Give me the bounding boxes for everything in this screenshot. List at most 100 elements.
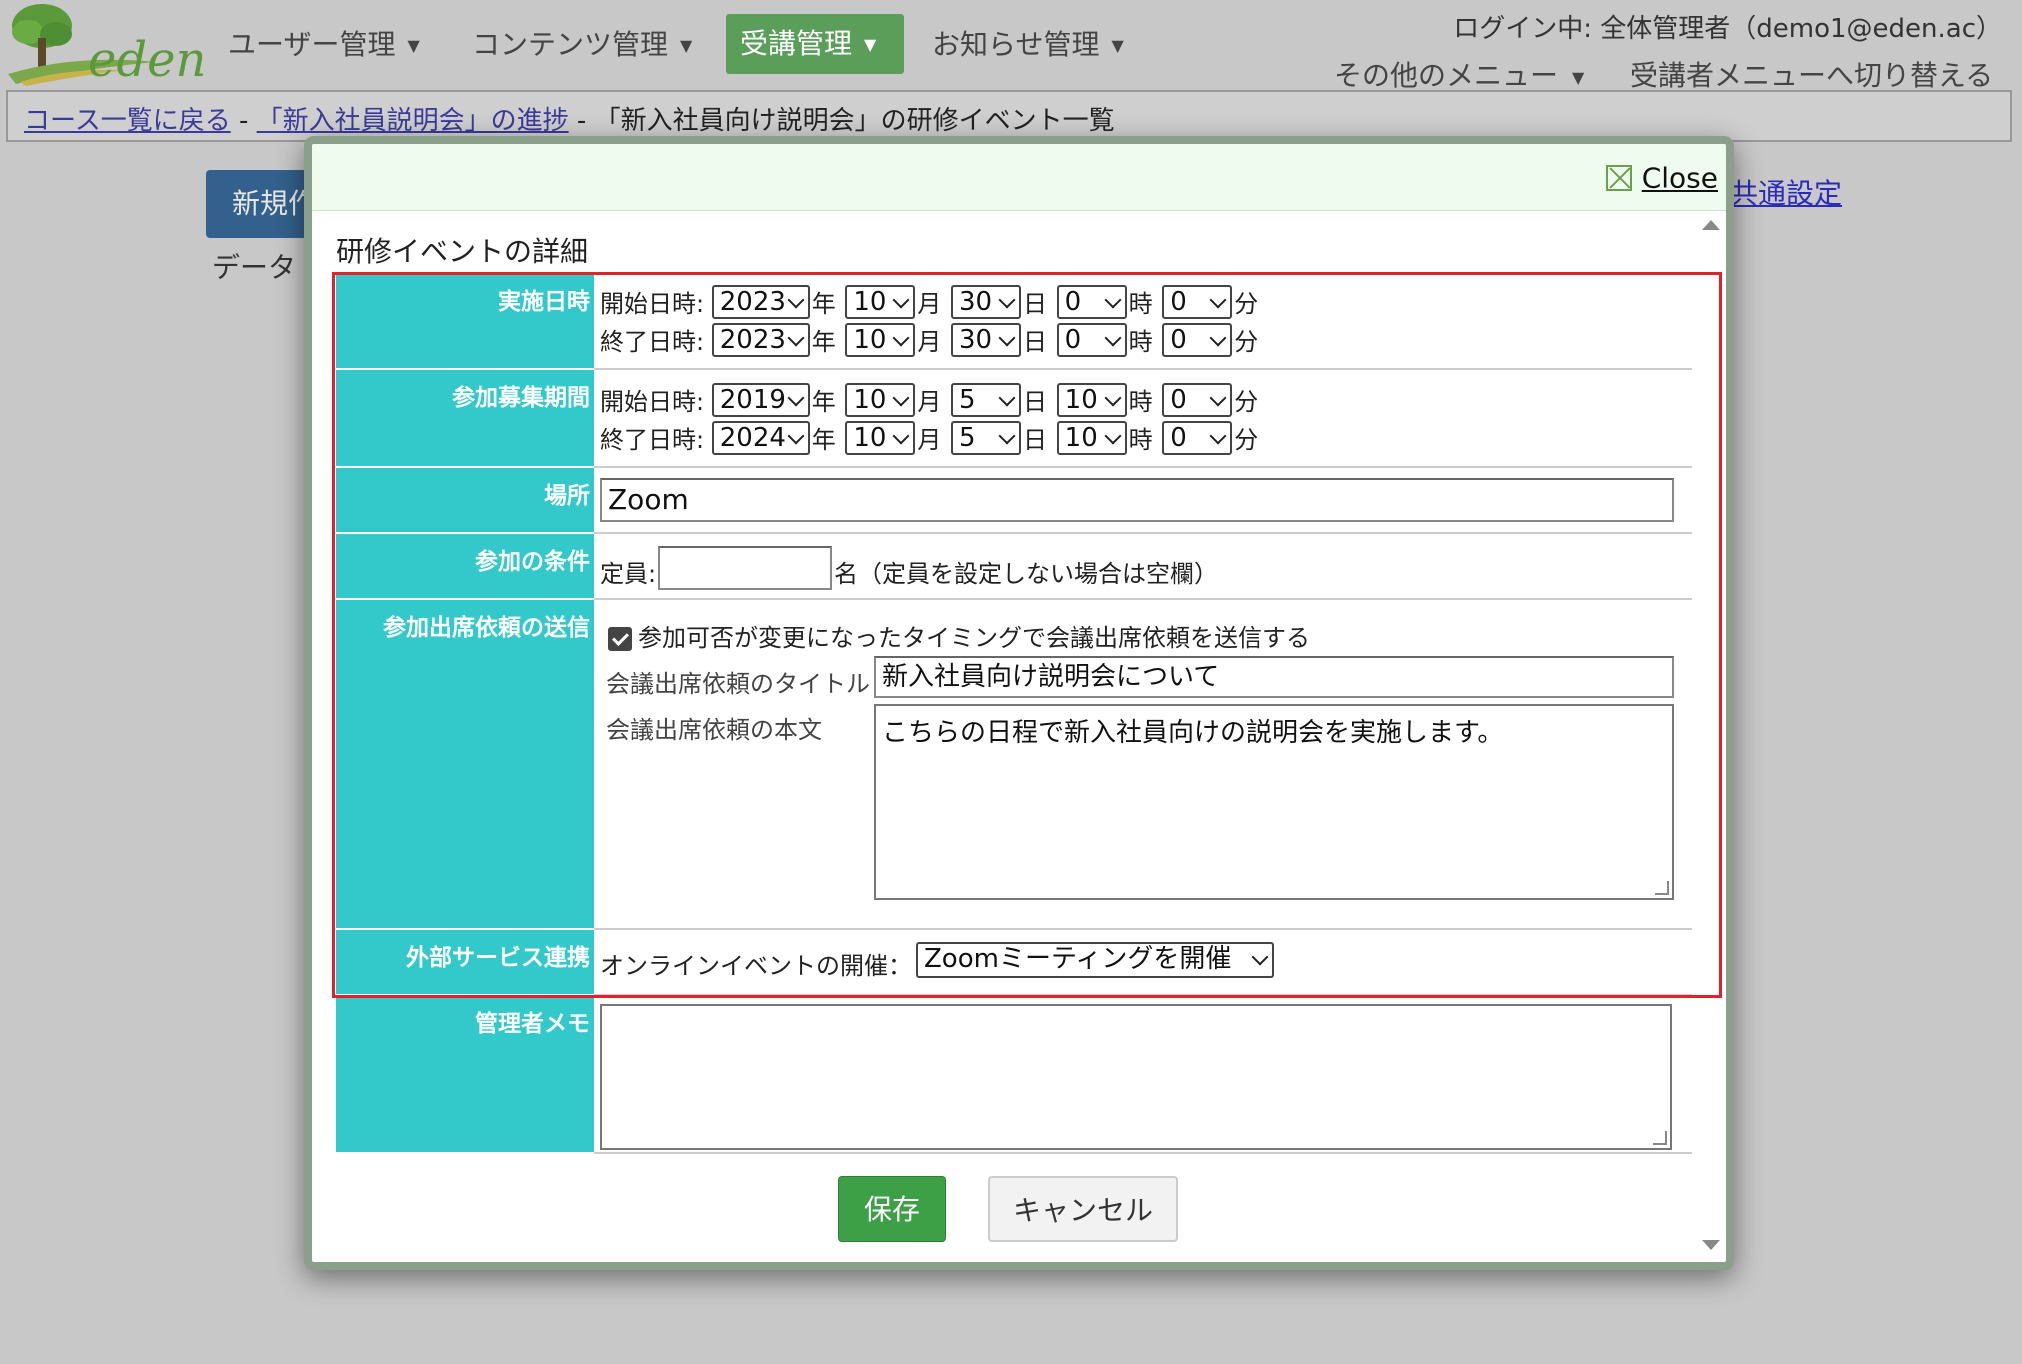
- recruit-end-year-select[interactable]: 2024: [711, 420, 810, 455]
- scroll-up-arrow-icon[interactable]: [1702, 220, 1720, 230]
- switch-to-learner-menu[interactable]: 受講者メニューへ切り替える: [1630, 54, 1993, 94]
- recruit-start-minute-select[interactable]: 0: [1162, 382, 1233, 417]
- condition-value-cell: 定員: 名（定員を設定しない場合は空欄）: [594, 534, 1692, 600]
- select-value: 30: [959, 324, 993, 355]
- cancel-button[interactable]: キャンセル: [988, 1176, 1178, 1242]
- save-button[interactable]: 保存: [838, 1176, 946, 1242]
- unit-day: 日: [1023, 328, 1048, 356]
- recruit-end-minute-select[interactable]: 0: [1162, 420, 1233, 455]
- nav-news-management[interactable]: お知らせ管理 ▼: [918, 22, 1138, 68]
- schedule-end-year-select[interactable]: 2023: [711, 322, 810, 357]
- chevron-down-icon: [787, 427, 805, 444]
- caret-down-icon: ▼: [1111, 36, 1124, 55]
- eden-logo[interactable]: eden: [6, 2, 206, 88]
- data-label: データ: [212, 251, 297, 284]
- nav-label: お知らせ管理: [932, 28, 1100, 61]
- unit-year: 年: [811, 388, 836, 416]
- schedule-end-hour-select[interactable]: 0: [1056, 322, 1127, 357]
- invite-checkbox[interactable]: [608, 627, 632, 651]
- new-create-button[interactable]: 新規作成: [206, 170, 316, 238]
- recruit-end-month-select[interactable]: 10: [845, 420, 916, 455]
- unit-month: 月: [917, 328, 942, 356]
- schedule-end-month-select[interactable]: 10: [845, 322, 916, 357]
- memo-label-cell: 管理者メモ: [336, 996, 594, 1154]
- unit-minute: 分: [1234, 426, 1259, 454]
- unit-hour: 時: [1128, 388, 1153, 416]
- chevron-down-icon: [1251, 948, 1269, 966]
- recruit-end-hour-select[interactable]: 10: [1056, 420, 1127, 455]
- invite-checkbox-label: 参加可否が変更になったタイミングで会議出席依頼を送信する: [638, 624, 1310, 652]
- memo-textarea[interactable]: [600, 1004, 1672, 1150]
- close-button[interactable]: Close: [1605, 160, 1718, 195]
- external-value-cell: オンラインイベントの開催： Zoomミーティングを開催: [594, 930, 1692, 996]
- close-icon: [1605, 165, 1632, 191]
- place-label-cell: 場所: [336, 468, 594, 534]
- recruit-start-month-select[interactable]: 10: [845, 382, 916, 417]
- schedule-start-month-select[interactable]: 10: [845, 284, 916, 319]
- select-value: 10: [1064, 422, 1098, 453]
- place-label: 場所: [544, 483, 590, 509]
- scroll-down-arrow-icon[interactable]: [1702, 1240, 1720, 1250]
- breadcrumb-progress-link[interactable]: 「新入社員説明会」の進捗: [257, 106, 569, 136]
- chevron-down-icon: [1104, 389, 1122, 406]
- memo-label: 管理者メモ: [475, 1011, 590, 1037]
- common-settings-link[interactable]: 共通設定: [1730, 172, 1842, 212]
- nav-course-management[interactable]: 受講管理 ▼: [726, 14, 904, 74]
- unit-hour: 時: [1128, 290, 1153, 318]
- schedule-start-year-select[interactable]: 2023: [711, 284, 810, 319]
- invite-body-text: こちらの日程で新入社員向けの説明会を実施します。: [882, 718, 1504, 748]
- online-event-select[interactable]: Zoomミーティングを開催: [916, 942, 1274, 978]
- breadcrumb-separator: -: [230, 106, 257, 136]
- breadcrumb: コース一覧に戻る - 「新入社員説明会」の進捗 - 「新入社員向け説明会」の研修…: [24, 100, 1115, 137]
- invite-title-input[interactable]: 新入社員向け説明会について: [874, 656, 1674, 698]
- chevron-down-icon: [1209, 389, 1227, 406]
- select-value: 5: [959, 384, 976, 415]
- recruit-end-day-select[interactable]: 5: [951, 420, 1022, 455]
- schedule-start-hour-select[interactable]: 0: [1056, 284, 1127, 319]
- schedule-label-cell: 実施日時: [336, 274, 594, 370]
- chevron-down-icon: [998, 291, 1016, 308]
- chevron-down-icon: [1104, 329, 1122, 346]
- invite-body-label: 会議出席依頼の本文: [606, 716, 822, 744]
- recruit-start-day-select[interactable]: 5: [951, 382, 1022, 417]
- chevron-down-icon: [787, 291, 805, 308]
- other-menu[interactable]: その他のメニュー ▼: [1334, 54, 1584, 94]
- invite-checkbox-row[interactable]: 参加可否が変更になったタイミングで会議出席依頼を送信する: [608, 618, 1310, 653]
- select-value: 0: [1170, 286, 1187, 317]
- invite-label-cell: 参加出席依頼の送信: [336, 600, 594, 930]
- schedule-end-minute-select[interactable]: 0: [1162, 322, 1233, 357]
- schedule-start-minute-select[interactable]: 0: [1162, 284, 1233, 319]
- chevron-down-icon: [1104, 291, 1122, 308]
- invite-body-textarea[interactable]: こちらの日程で新入社員向けの説明会を実施します。: [874, 704, 1674, 900]
- place-input[interactable]: Zoom: [600, 478, 1674, 522]
- unit-minute: 分: [1234, 290, 1259, 318]
- nav-content-management[interactable]: コンテンツ管理 ▼: [458, 22, 706, 68]
- logo-text: eden: [88, 32, 207, 88]
- schedule-start-day-select[interactable]: 30: [951, 284, 1022, 319]
- place-value-cell: Zoom: [594, 468, 1692, 534]
- resize-handle-icon[interactable]: [1655, 881, 1669, 895]
- chevron-down-icon: [1209, 291, 1227, 308]
- recruit-start-year-select[interactable]: 2019: [711, 382, 810, 417]
- schedule-start-row: 開始日時: 2023 年 10 月 30 日 0時 0分: [600, 284, 1260, 320]
- capacity-input[interactable]: [658, 546, 832, 590]
- unit-year: 年: [811, 328, 836, 356]
- modal-title: 研修イベントの詳細: [336, 235, 589, 268]
- breadcrumb-course-list-link[interactable]: コース一覧に戻る: [24, 106, 231, 136]
- chevron-down-icon: [892, 389, 910, 406]
- recruit-start-hour-select[interactable]: 10: [1056, 382, 1127, 417]
- resize-handle-icon[interactable]: [1653, 1131, 1667, 1145]
- nav-label: ユーザー管理: [228, 28, 396, 61]
- capacity-note: 名（定員を設定しない場合は空欄）: [834, 560, 1218, 588]
- nav-user-management[interactable]: ユーザー管理 ▼: [214, 22, 434, 68]
- start-label: 開始日時:: [600, 290, 705, 318]
- close-label: Close: [1641, 161, 1718, 195]
- schedule-end-day-select[interactable]: 30: [951, 322, 1022, 357]
- end-label: 終了日時:: [600, 426, 705, 454]
- breadcrumb-current: 「新入社員向け説明会」の研修イベント一覧: [594, 106, 1115, 136]
- select-value: 10: [853, 286, 887, 317]
- unit-minute: 分: [1234, 388, 1259, 416]
- select-value: 0: [1170, 384, 1187, 415]
- select-value: 10: [853, 384, 887, 415]
- breadcrumb-separator: -: [568, 106, 595, 136]
